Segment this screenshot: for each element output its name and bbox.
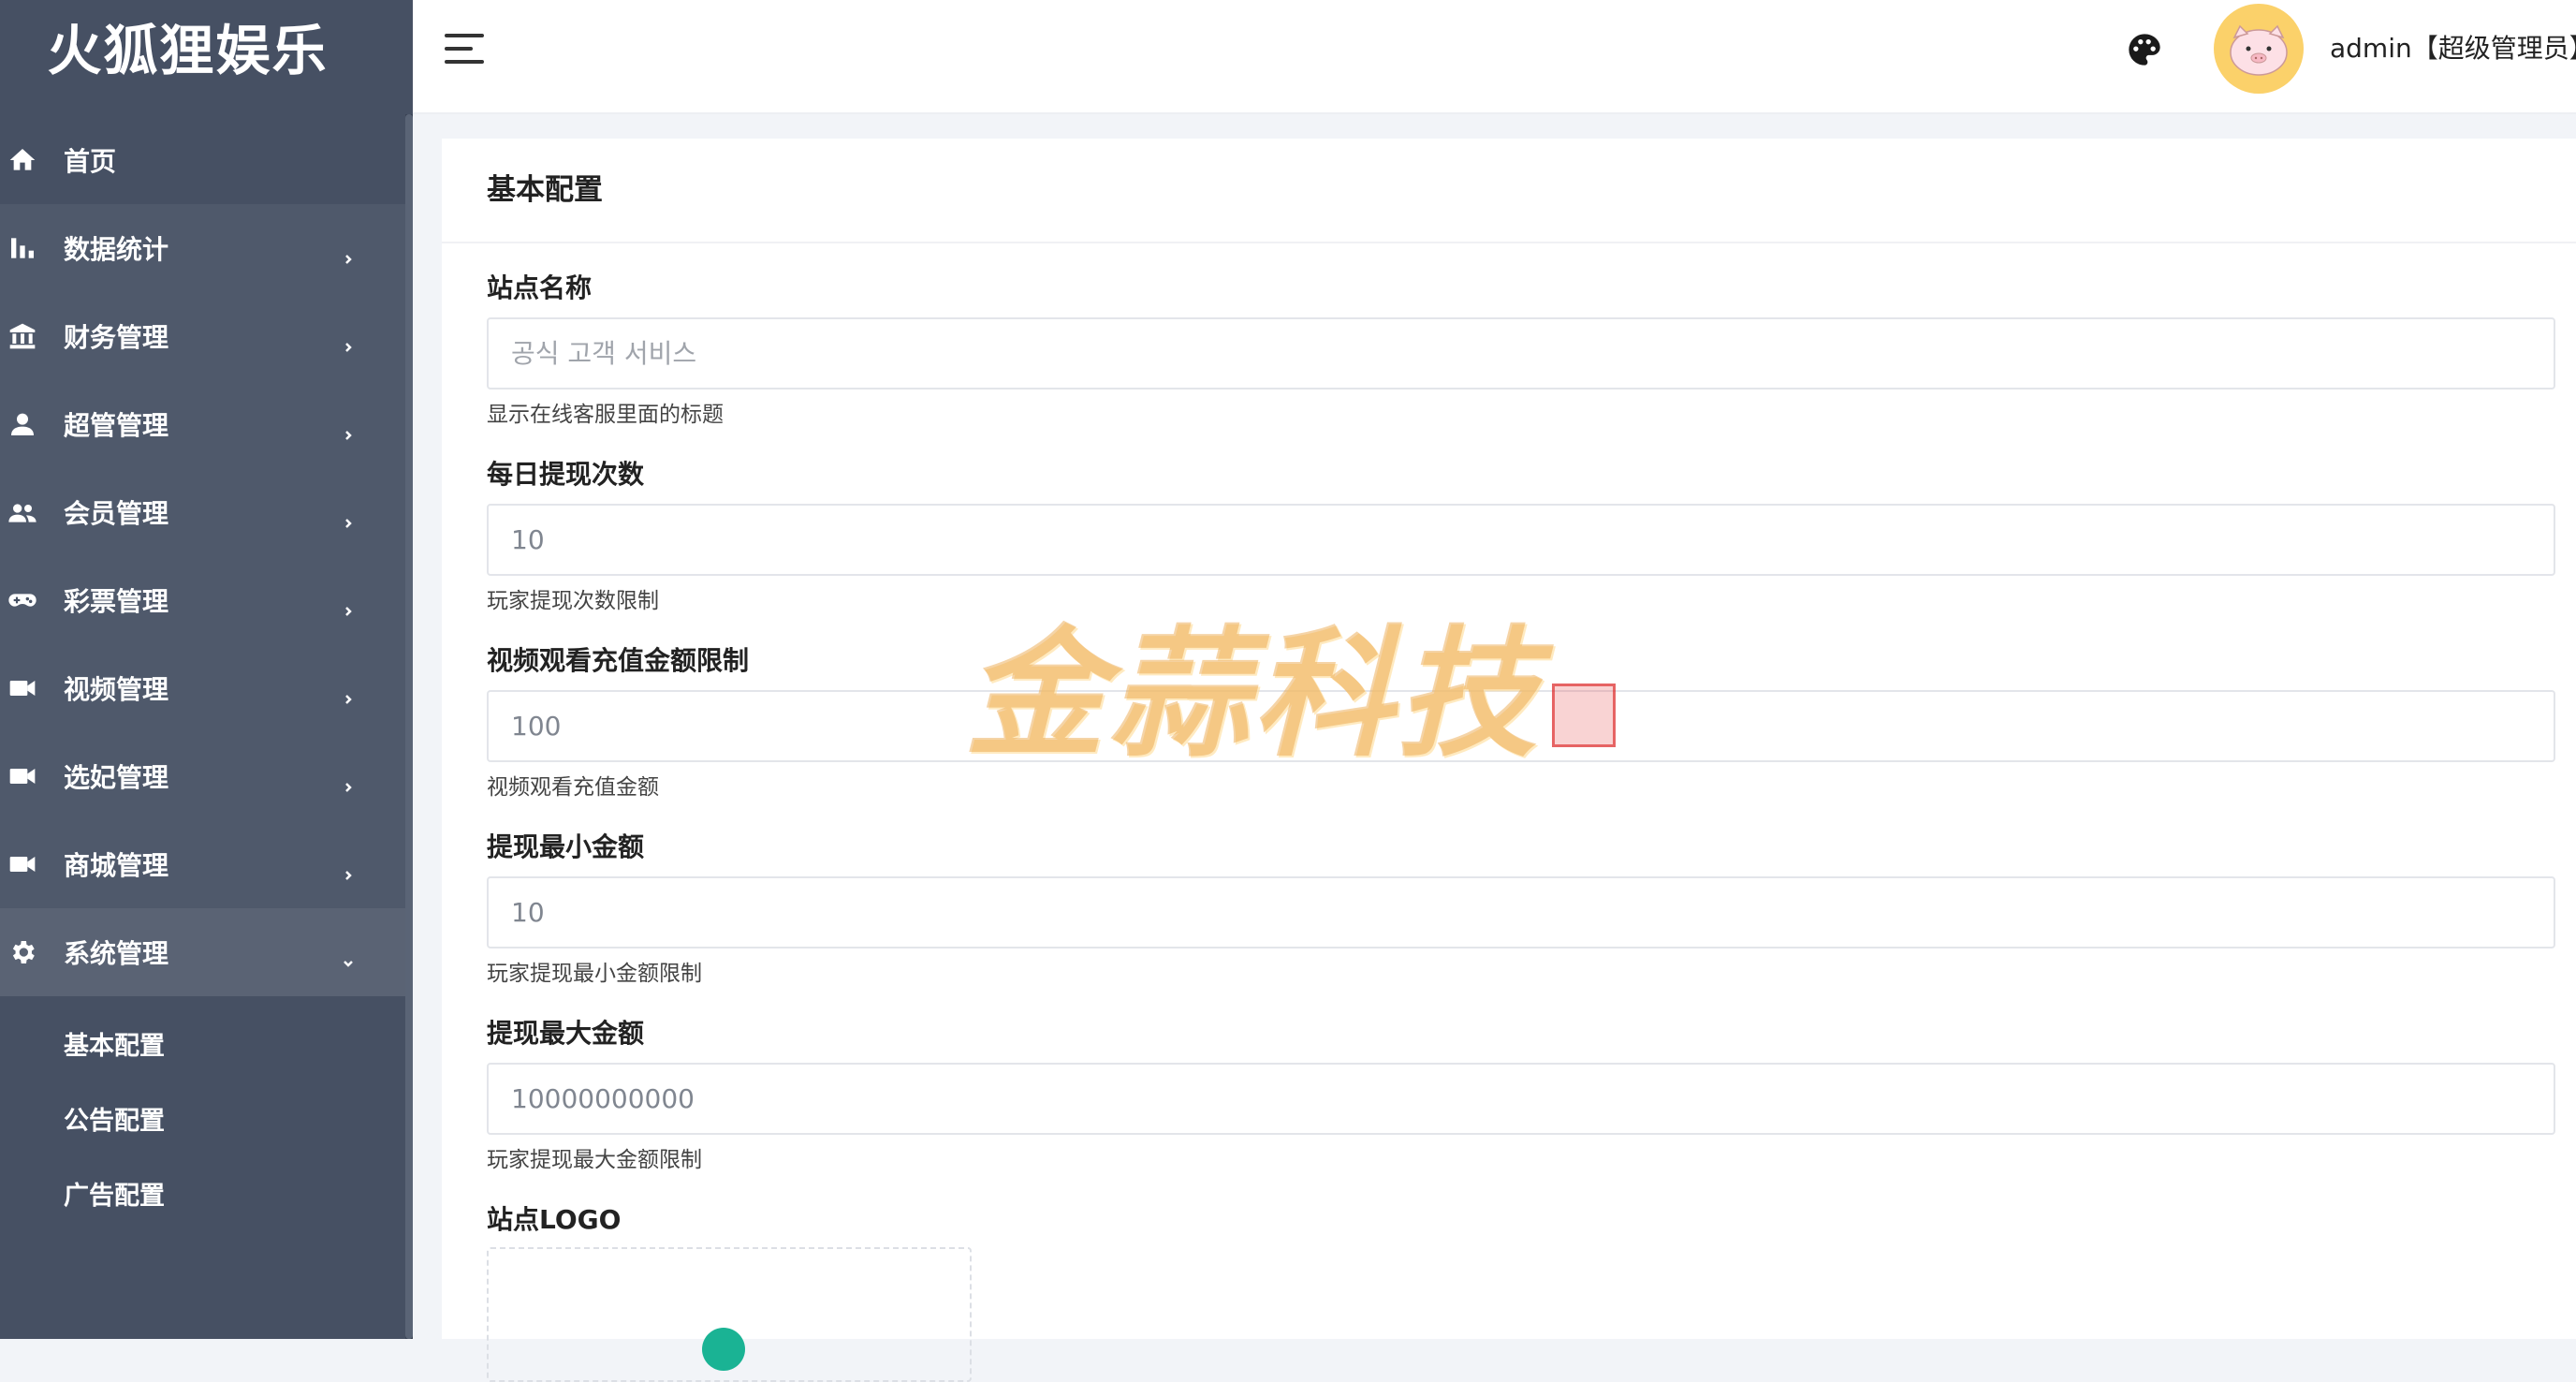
chevron-right-icon (342, 330, 355, 352)
sidebar-item-admins[interactable]: 超管管理 (0, 380, 405, 468)
users-icon (2, 492, 43, 533)
sidebar-item-label: 首页 (64, 146, 117, 177)
site-name-field: 站点名称 显示在线客服里面的标题 (487, 270, 2555, 429)
system-submenu: 基本配置 公告配置 广告配置 (0, 996, 405, 1234)
max-withdraw-field: 提现最大金额 玩家提现最大金额限制 (487, 1015, 2555, 1174)
submenu-ad-config[interactable]: 广告配置 (0, 1159, 405, 1234)
submenu-notice-config[interactable]: 公告配置 (0, 1084, 405, 1159)
field-label: 站点LOGO (487, 1204, 622, 1235)
bank-icon (2, 316, 43, 357)
daily-withdraw-count-input[interactable] (487, 504, 2555, 576)
logo-upload-area[interactable] (487, 1247, 972, 1382)
video-icon (2, 756, 43, 797)
app-logo[interactable]: 火狐狸娱乐 (0, 0, 413, 105)
sidebar-item-video[interactable]: 视频管理 (0, 644, 405, 732)
chevron-down-icon (342, 946, 355, 967)
sidebar-item-label: 超管管理 (64, 410, 169, 441)
bar-chart-icon (2, 228, 43, 269)
user-name[interactable]: admin【超级管理员】 (2330, 28, 2576, 66)
submenu-basic-config[interactable]: 基本配置 (0, 1009, 405, 1084)
max-withdraw-input[interactable] (487, 1063, 2555, 1135)
chevron-right-icon (342, 594, 355, 616)
chevron-right-icon (342, 770, 355, 792)
sidebar-item-label: 系统管理 (64, 938, 169, 969)
min-withdraw-input[interactable] (487, 876, 2555, 948)
gamepad-icon (2, 580, 43, 621)
min-withdraw-field: 提现最小金额 玩家提现最小金额限制 (487, 829, 2555, 988)
sidebar-item-label: 会员管理 (64, 498, 169, 529)
card-title: 基本配置 (442, 139, 2576, 243)
avatar[interactable] (2214, 4, 2304, 94)
scrollbar-thumb[interactable] (405, 114, 413, 1339)
sidebar-nav: 首页 数据统计 财务管理 超管管理 会员管理 彩票管理 视频管理 选妃管理 商城… (0, 116, 405, 1234)
daily-withdraw-count-field: 每日提现次数 玩家提现次数限制 (487, 456, 2555, 615)
video-recharge-limit-field: 视频观看充值金额限制 视频观看充值金额 (487, 642, 2555, 801)
sidebar-item-finance[interactable]: 财务管理 (0, 292, 405, 380)
field-label: 站点名称 (487, 272, 593, 303)
site-logo-field: 站点LOGO (487, 1201, 2555, 1239)
field-label: 提现最大金额 (487, 1018, 645, 1049)
field-help: 视频观看充值金额 (487, 775, 659, 800)
chevron-right-icon (342, 506, 355, 528)
field-label: 视频观看充值金额限制 (487, 645, 750, 676)
video-recharge-limit-input[interactable] (487, 690, 2555, 762)
gear-icon (2, 932, 43, 973)
sidebar-item-home[interactable]: 首页 (0, 116, 405, 204)
field-help: 玩家提现最小金额限制 (487, 962, 702, 986)
menu-icon[interactable] (445, 34, 484, 66)
chevron-right-icon (342, 242, 355, 264)
sidebar-item-mall[interactable]: 商城管理 (0, 820, 405, 908)
field-help: 显示在线客服里面的标题 (487, 403, 724, 427)
user-icon (2, 404, 43, 445)
sidebar: 火狐狸娱乐 首页 数据统计 财务管理 超管管理 会员管理 彩票管理 视频管理 选… (0, 0, 413, 1339)
sidebar-item-label: 数据统计 (64, 234, 169, 265)
home-icon (2, 140, 43, 181)
chevron-right-icon (342, 418, 355, 440)
video-icon (2, 844, 43, 885)
sidebar-item-label: 商城管理 (64, 850, 169, 881)
sidebar-item-label: 视频管理 (64, 674, 169, 705)
sidebar-item-label: 选妃管理 (64, 762, 169, 793)
sidebar-item-label: 财务管理 (64, 322, 169, 353)
sidebar-item-concubine[interactable]: 选妃管理 (0, 732, 405, 820)
chevron-right-icon (342, 858, 355, 880)
sidebar-item-label: 彩票管理 (64, 586, 169, 617)
site-name-input[interactable] (487, 317, 2555, 390)
sidebar-item-statistics[interactable]: 数据统计 (0, 204, 405, 292)
upload-icon[interactable] (702, 1328, 745, 1371)
top-header: admin【超级管理员】 (413, 0, 2576, 114)
chevron-right-icon (342, 682, 355, 704)
field-label: 提现最小金额 (487, 831, 645, 862)
sidebar-item-system[interactable]: 系统管理 (0, 908, 405, 996)
sidebar-item-lottery[interactable]: 彩票管理 (0, 556, 405, 644)
sidebar-scrollbar[interactable] (405, 114, 413, 1339)
field-help: 玩家提现最大金额限制 (487, 1148, 702, 1172)
field-label: 每日提现次数 (487, 459, 645, 490)
palette-icon[interactable] (2126, 31, 2163, 68)
video-icon (2, 668, 43, 709)
field-help: 玩家提现次数限制 (487, 589, 659, 613)
sidebar-item-members[interactable]: 会员管理 (0, 468, 405, 556)
config-card: 基本配置 站点名称 显示在线客服里面的标题 每日提现次数 玩家提现次数限制 视频… (442, 139, 2576, 1382)
